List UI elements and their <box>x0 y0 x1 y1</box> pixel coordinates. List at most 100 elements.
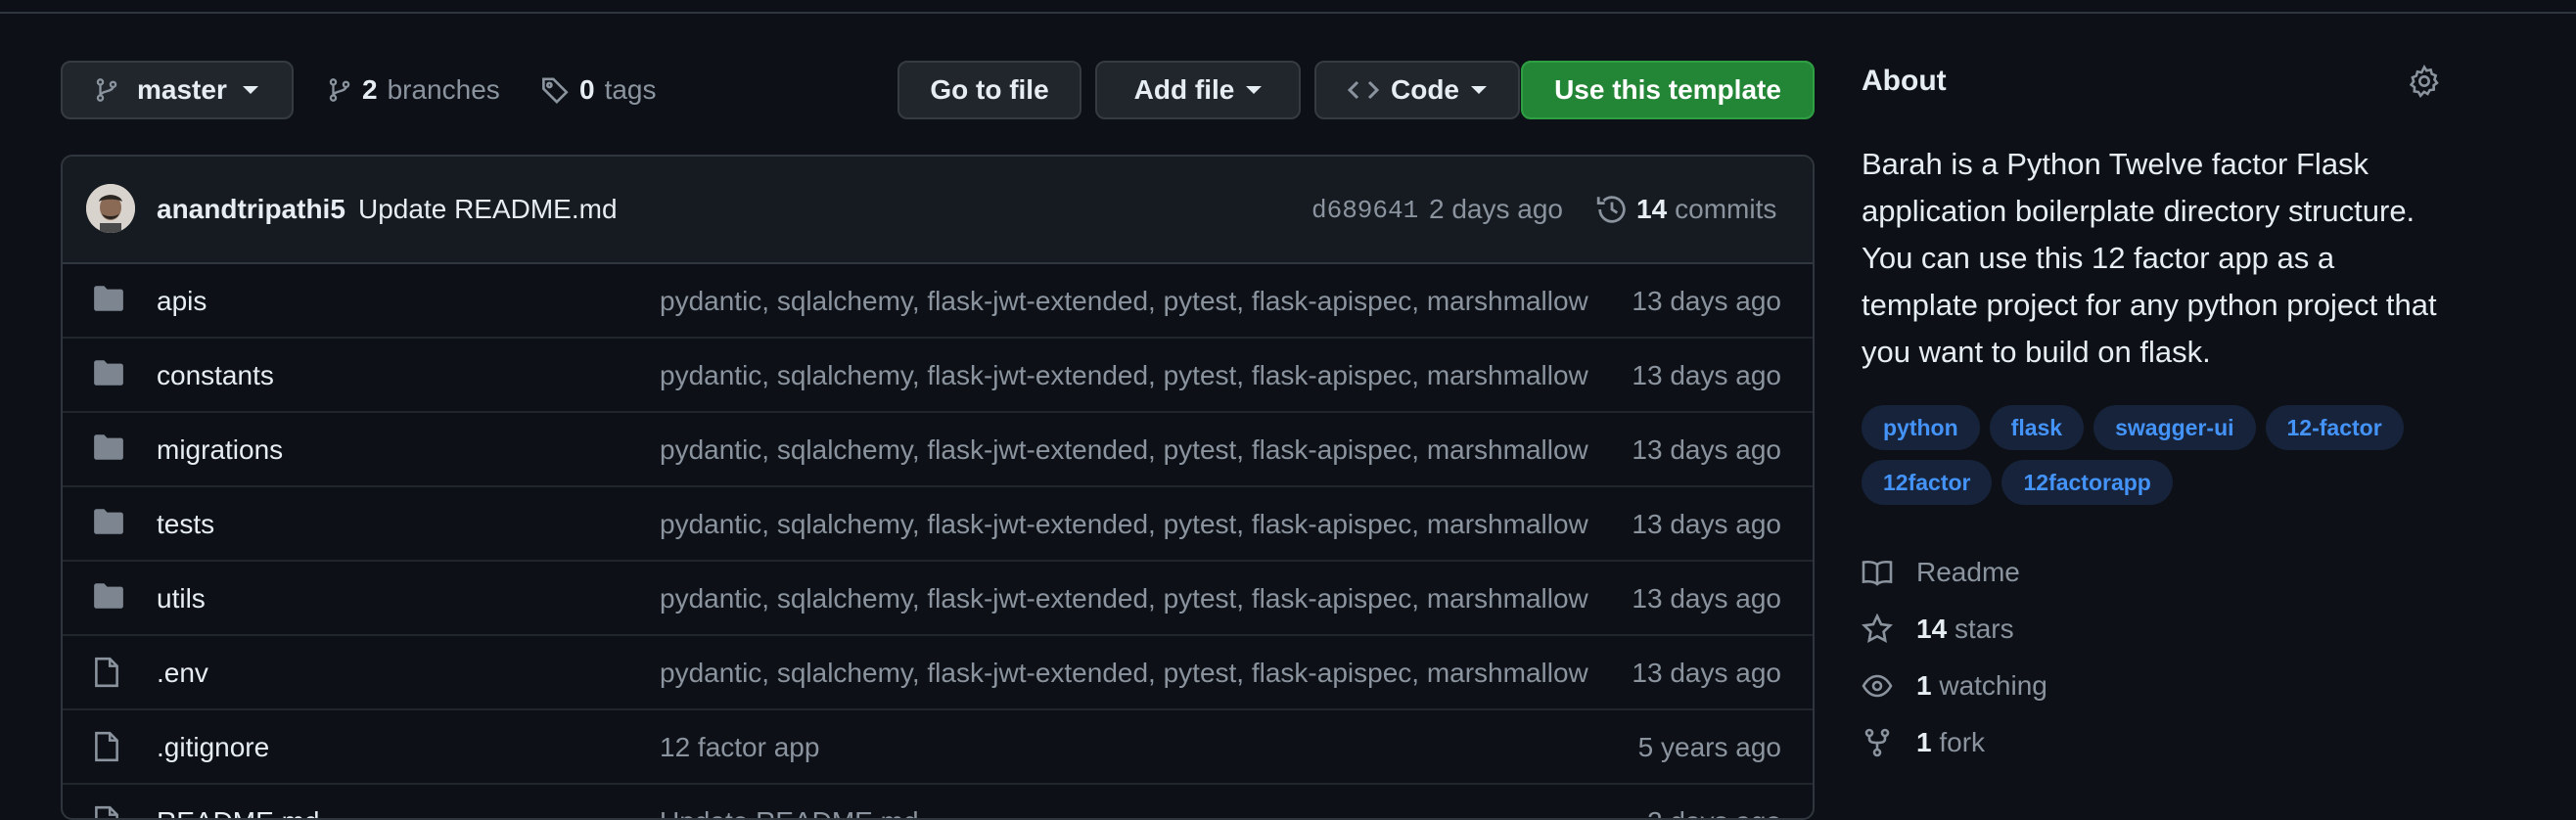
file-name-link[interactable]: apis <box>157 286 207 317</box>
commits-history-link[interactable]: 14 commits <box>1595 186 1776 233</box>
use-template-button[interactable]: Use this template <box>1521 61 1815 119</box>
file-name-link[interactable]: README.md <box>157 806 319 818</box>
topic-tag[interactable]: flask <box>1989 405 2085 450</box>
watching-count: 1 <box>1916 670 1932 701</box>
file-commit-age: 13 days ago <box>1632 509 1781 539</box>
readme-link[interactable]: Readme <box>1862 544 2047 601</box>
file-name-link[interactable]: .gitignore <box>157 732 269 763</box>
forks-count: 1 <box>1916 727 1932 757</box>
commits-label: commits <box>1675 194 1777 224</box>
topic-tag[interactable]: 12factor <box>1862 460 1993 505</box>
file-row[interactable]: constants pydantic, sqlalchemy, flask-jwt… <box>63 339 1813 413</box>
code-label: Code <box>1391 74 1459 105</box>
folder-icon <box>92 358 125 387</box>
file-commit-age: 5 years ago <box>1637 732 1781 762</box>
branch-select-button[interactable]: master <box>61 61 294 119</box>
git-branch-icon <box>94 76 119 104</box>
watching-label: watching <box>1939 670 2047 701</box>
history-icon <box>1595 193 1629 226</box>
commit-hash-link[interactable]: d689641 <box>1311 196 1418 225</box>
add-file-label: Add file <box>1133 74 1235 105</box>
repo-stats: Readme 14 stars 1 watching 1 fork <box>1862 544 2047 771</box>
readme-label: Readme <box>1916 557 2020 587</box>
watchers-link[interactable]: 1 watching <box>1862 658 2047 714</box>
file-icon <box>92 656 121 689</box>
chevron-down-icon <box>242 86 258 94</box>
file-name-link[interactable]: migrations <box>157 434 283 466</box>
folder-icon <box>92 433 125 462</box>
star-icon <box>1862 614 1893 645</box>
file-commit-message-link[interactable]: pydantic, sqlalchemy, flask-jwt-extended… <box>660 509 1605 540</box>
fork-icon <box>1862 727 1893 758</box>
file-commit-message-link[interactable]: Update README.md <box>660 806 1605 818</box>
stars-label: stars <box>1954 614 2014 644</box>
file-commit-age: 13 days ago <box>1632 286 1781 316</box>
code-button[interactable]: Code <box>1314 61 1520 119</box>
file-icon <box>92 730 121 763</box>
topic-tag[interactable]: 12factorapp <box>2001 460 2173 505</box>
file-name-link[interactable]: constants <box>157 360 274 391</box>
tag-icon <box>540 75 570 105</box>
file-commit-message-link[interactable]: pydantic, sqlalchemy, flask-jwt-extended… <box>660 434 1605 466</box>
go-to-file-label: Go to file <box>930 74 1049 105</box>
file-commit-age: 2 days ago <box>1647 806 1781 818</box>
eye-icon <box>1862 670 1893 702</box>
folder-icon <box>92 284 125 313</box>
repo-toolbar: master 2 branches 0 tags Go to file Add … <box>61 61 1815 123</box>
branches-label: branches <box>387 74 500 105</box>
file-row[interactable]: utils pydantic, sqlalchemy, flask-jwt-ext… <box>63 562 1813 636</box>
gear-icon[interactable] <box>2408 65 2441 98</box>
commit-time: 2 days ago <box>1429 194 1563 224</box>
add-file-button[interactable]: Add file <box>1095 61 1301 119</box>
book-icon <box>1862 558 1893 587</box>
folder-icon <box>92 581 125 611</box>
commit-message-link[interactable]: Update README.md <box>358 194 618 225</box>
file-commit-message-link[interactable]: pydantic, sqlalchemy, flask-jwt-extended… <box>660 658 1605 689</box>
latest-commit-bar: anandtripathi5 Update README.md d689641 … <box>63 157 1813 264</box>
topics-list: python flask swagger-ui 12-factor 12factor 12… <box>1862 405 2449 505</box>
branches-count: 2 <box>362 74 378 105</box>
file-name-link[interactable]: tests <box>157 509 214 540</box>
file-row[interactable]: README.md Update README.md 2 days ago <box>63 785 1813 818</box>
about-heading: About <box>1862 65 1947 97</box>
file-row[interactable]: .env pydantic, sqlalchemy, flask-jwt-exte… <box>63 636 1813 710</box>
file-commit-age: 13 days ago <box>1632 583 1781 614</box>
folder-icon <box>92 507 125 536</box>
file-commit-message-link[interactable]: 12 factor app <box>660 732 1605 763</box>
file-commit-message-link[interactable]: pydantic, sqlalchemy, flask-jwt-extended… <box>660 583 1605 615</box>
file-row[interactable]: migrations pydantic, sqlalchemy, flask-jw… <box>63 413 1813 487</box>
file-commit-age: 13 days ago <box>1632 434 1781 465</box>
code-icon <box>1348 77 1379 103</box>
topic-tag[interactable]: swagger-ui <box>2093 405 2256 450</box>
chevron-down-icon <box>1471 86 1487 94</box>
commit-author-link[interactable]: anandtripathi5 <box>157 194 345 225</box>
top-divider <box>0 0 2576 14</box>
forks-link[interactable]: 1 fork <box>1862 714 2047 771</box>
tags-count: 0 <box>579 74 595 105</box>
file-name-link[interactable]: utils <box>157 583 206 615</box>
topic-tag[interactable]: python <box>1862 405 1980 450</box>
file-name-link[interactable]: .env <box>157 658 208 689</box>
git-branch-icon <box>327 76 352 104</box>
about-description: Barah is a Python Twelve factor Flask ap… <box>1862 147 2437 369</box>
file-row[interactable]: tests pydantic, sqlalchemy, flask-jwt-ext… <box>63 487 1813 562</box>
commits-count: 14 <box>1636 194 1668 224</box>
go-to-file-button[interactable]: Go to file <box>897 61 1081 119</box>
use-template-label: Use this template <box>1554 74 1781 105</box>
tags-label: tags <box>604 74 657 105</box>
branches-link[interactable]: 2 branches <box>327 61 500 119</box>
file-commit-message-link[interactable]: pydantic, sqlalchemy, flask-jwt-extended… <box>660 360 1605 391</box>
topic-tag[interactable]: 12-factor <box>2265 405 2404 450</box>
file-row[interactable]: .gitignore 12 factor app 5 years ago <box>63 710 1813 785</box>
stars-count: 14 <box>1916 614 1948 644</box>
file-row[interactable]: apis pydantic, sqlalchemy, flask-jwt-exte… <box>63 264 1813 339</box>
stars-link[interactable]: 14 stars <box>1862 601 2047 658</box>
avatar[interactable] <box>86 184 135 233</box>
tags-link[interactable]: 0 tags <box>540 61 657 119</box>
file-commit-age: 13 days ago <box>1632 360 1781 390</box>
chevron-down-icon <box>1246 86 1263 94</box>
file-commit-message-link[interactable]: pydantic, sqlalchemy, flask-jwt-extended… <box>660 286 1605 317</box>
file-icon <box>92 804 121 818</box>
forks-label: fork <box>1939 727 1986 757</box>
file-commit-age: 13 days ago <box>1632 658 1781 688</box>
